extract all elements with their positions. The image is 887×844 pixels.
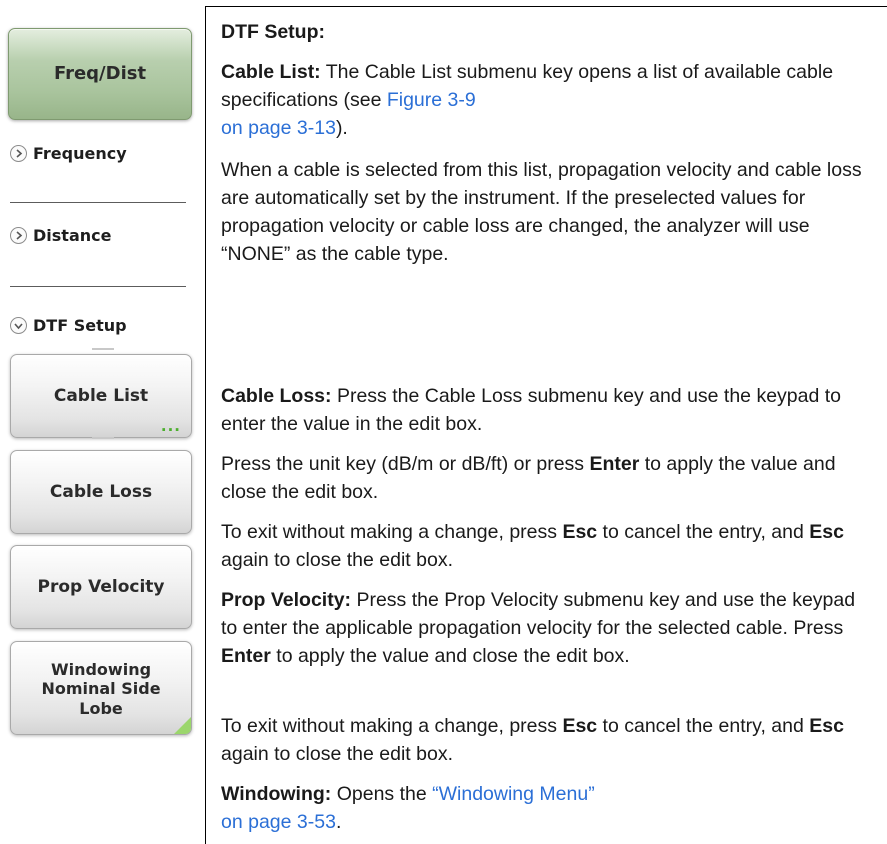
body-text: to cancel the entry, and [597, 521, 810, 543]
term-label: Prop Velocity: [221, 589, 352, 611]
prop-velocity-key-label: Prop Velocity [37, 576, 165, 597]
freq-dist-main-key-label: Freq/Dist [53, 63, 147, 85]
menu-item-distance-label: Distance [33, 226, 112, 245]
key-grip [91, 348, 114, 350]
top-rule [205, 6, 887, 7]
page-link[interactable]: on page 3-53 [221, 811, 336, 833]
chevron-right-icon [10, 227, 27, 244]
windowing-paragraph: Windowing: Opens the “Windowing Menu” on … [221, 780, 871, 836]
term-label: Windowing: [221, 783, 332, 805]
menu-item-frequency-label: Frequency [33, 144, 127, 163]
body-text: Press the unit key (dB/m or dB/ft) or pr… [221, 453, 590, 475]
figure-link[interactable]: Figure 3-9 [387, 89, 476, 111]
cable-selection-paragraph: When a cable is selected from this list,… [221, 159, 862, 265]
freq-dist-menu: Freq/Dist Frequency Distance DTF Setup C… [0, 0, 205, 844]
menu-item-dtf-setup[interactable]: DTF Setup [10, 316, 127, 335]
cable-list-key-label: Cable List [53, 385, 149, 406]
windowing-key-line: Lobe [79, 698, 123, 718]
prop-velocity-key[interactable]: Prop Velocity [10, 545, 192, 629]
chevron-down-icon [10, 317, 27, 334]
cable-list-paragraph: Cable List: The Cable List submenu key o… [221, 58, 871, 142]
menu-divider [10, 202, 186, 203]
body-text: to cancel the entry, and [597, 715, 810, 737]
esc-key-text: Esc [562, 715, 598, 737]
column-divider [205, 6, 206, 844]
body-text: to apply the value and close the edit bo… [270, 645, 630, 667]
esc-key-text: Esc [809, 521, 844, 543]
menu-item-frequency[interactable]: Frequency [10, 144, 127, 163]
windowing-key[interactable]: Windowing Nominal Side Lobe [10, 641, 192, 735]
body-text: ). [335, 117, 348, 139]
menu-item-dtf-setup-label: DTF Setup [33, 316, 127, 335]
exit-note-paragraph: To exit without making a change, press E… [221, 518, 871, 574]
enter-key-text: Enter [221, 645, 271, 667]
cable-loss-key-label: Cable Loss [49, 481, 153, 502]
body-text: To exit without making a change, press [221, 521, 563, 543]
exit-note-paragraph: To exit without making a change, press E… [221, 712, 871, 768]
esc-key-text: Esc [809, 715, 844, 737]
page-link[interactable]: on page 3-13 [221, 117, 336, 139]
freq-dist-main-key[interactable]: Freq/Dist [8, 28, 192, 120]
body-text: again to close the edit box. [221, 549, 453, 571]
body-text: . [335, 811, 342, 833]
section-heading: DTF Setup: [221, 21, 325, 43]
term-label: Cable List: [221, 61, 321, 83]
corner-indicator [174, 717, 191, 734]
body-text: To exit without making a change, press [221, 715, 563, 737]
menu-item-distance[interactable]: Distance [10, 226, 111, 245]
windowing-key-label: Windowing Nominal Side Lobe [41, 660, 160, 718]
body-text: again to close the edit box. [221, 743, 453, 765]
esc-key-text: Esc [562, 521, 598, 543]
unit-key-paragraph: Press the unit key (dB/m or dB/ft) or pr… [221, 450, 871, 506]
cable-list-key[interactable]: Cable List ... [10, 354, 192, 438]
windowing-menu-link[interactable]: “Windowing Menu” [432, 783, 595, 805]
term-label: Cable Loss: [221, 385, 332, 407]
menu-divider [10, 286, 186, 287]
cable-loss-paragraph: Cable Loss: Press the Cable Loss submenu… [221, 382, 871, 438]
body-text: Opens the [331, 783, 433, 805]
enter-key-text: Enter [589, 453, 640, 475]
windowing-key-line: Nominal Side [41, 679, 161, 699]
chevron-right-icon [10, 145, 27, 162]
more-options-indicator: ... [160, 417, 181, 435]
key-grip [91, 437, 114, 439]
cable-loss-key[interactable]: Cable Loss [10, 450, 192, 534]
prop-velocity-paragraph: Prop Velocity: Press the Prop Velocity s… [221, 586, 871, 670]
windowing-key-line: Windowing [50, 660, 152, 680]
